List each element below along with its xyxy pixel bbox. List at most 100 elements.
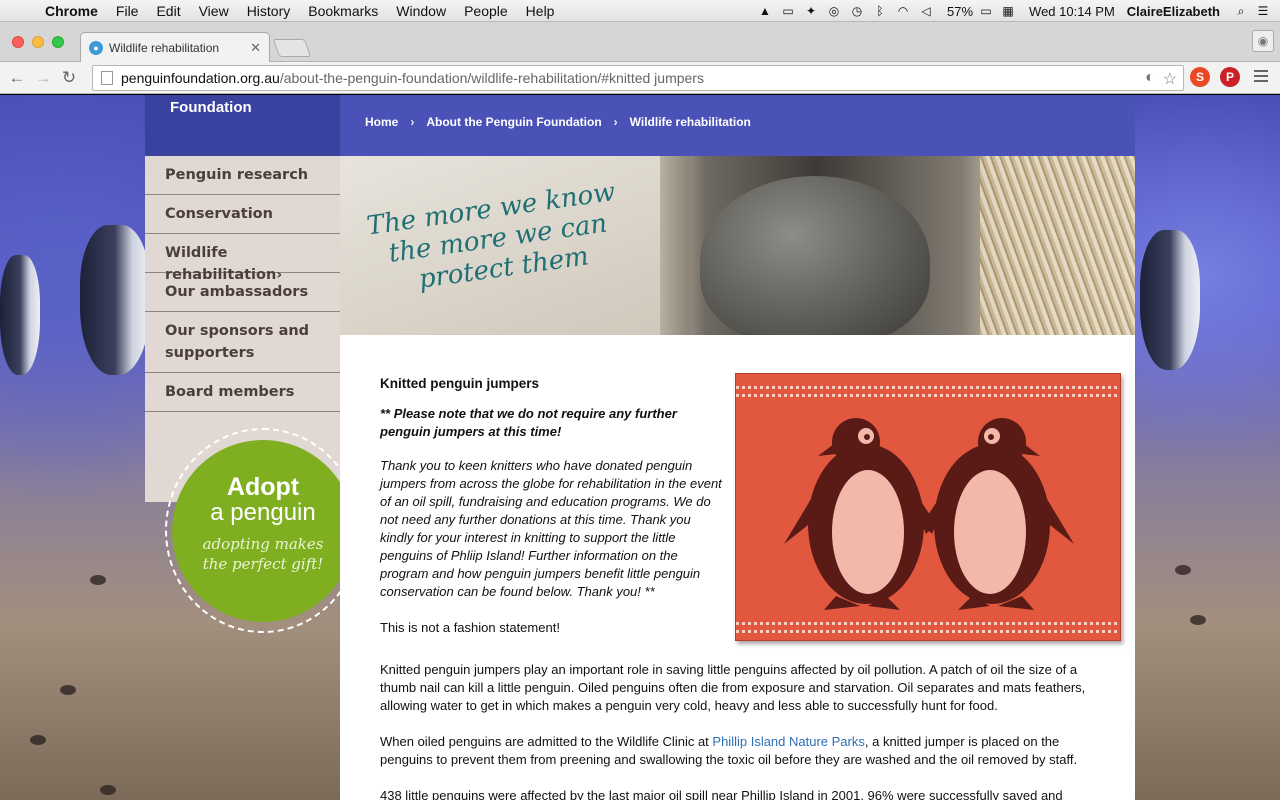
adopt-circle: Adopt a penguin adopting makes the perfe… [172,439,354,622]
window-controls [12,36,64,48]
paragraph-wildlife-clinic: When oiled penguins are admitted to the … [380,733,1100,769]
menu-file[interactable]: File [107,3,148,19]
menu-window[interactable]: Window [387,3,455,19]
new-tab-button[interactable] [272,39,312,57]
sidebar-item-sponsors[interactable]: Our sponsors and supporters [145,312,340,373]
knitted-penguins-graphic [784,418,1074,610]
menu-view[interactable]: View [190,3,238,19]
breadcrumb-about[interactable]: About the Penguin Foundation [426,115,601,129]
breadcrumb-current[interactable]: Wildlife rehabilitation [630,115,751,129]
tab-wildlife-rehabilitation[interactable]: ● Wildlife rehabilitation ✕ [80,32,270,63]
footprint [30,735,46,745]
menu-history[interactable]: History [238,3,300,19]
back-arrow-icon[interactable]: ← [4,68,30,88]
adobe-icon[interactable]: ▲ [758,4,772,18]
user-name[interactable]: ClaireElizabeth [1121,4,1226,19]
pinterest-icon[interactable]: P [1220,67,1240,87]
bookmark-star-icon[interactable]: ☆ [1163,69,1177,89]
footprint [1175,565,1191,575]
display-icon[interactable]: ▭ [781,4,795,18]
footprint [90,575,106,585]
hero-board-edge [660,156,690,335]
adopt-title: Adopt [226,472,300,501]
thanks-paragraph: Thank you to keen knitters who have dona… [380,458,722,599]
not-fashion-statement: This is not a fashion statement! [380,620,560,635]
menu-bookmarks[interactable]: Bookmarks [299,3,387,19]
main-content: Knitted penguin jumpers ** Please note t… [340,335,1135,800]
page-icon [101,71,113,85]
sidebar-item-penguin-research[interactable]: Penguin research [145,156,340,195]
tab-strip: ● Wildlife rehabilitation ✕ ◉ [0,22,1280,63]
wifi-icon[interactable]: ◠ [896,4,910,18]
profile-icon[interactable]: ◉ [1252,30,1274,52]
menu-bar: Chrome File Edit View History Bookmarks … [0,0,1280,22]
phillip-island-nature-parks-link[interactable]: Phillip Island Nature Parks [712,734,864,749]
jumper-notice: ** Please note that we do not require an… [380,406,677,439]
knit-penguin-right [922,418,1074,610]
tab-close-icon[interactable]: ✕ [250,40,261,56]
status-area: ▲ ▭ ✦ ◎ ◷ ᛒ ◠ ◁ 57% ▭ ▦ Wed 10:14 PM Cla… [758,0,1280,22]
sidebar-item-wildlife-rehabilitation[interactable]: Wildlife rehabilitation› [145,234,340,283]
hero-straw [980,156,1135,335]
time-machine-icon[interactable]: ◷ [850,4,864,18]
volume-icon[interactable]: ◁ [919,4,933,18]
menu-help[interactable]: Help [517,3,564,19]
article-heading: Knitted penguin jumpers [380,376,540,391]
site-logo[interactable]: Foundation [145,95,340,156]
close-window-button[interactable] [12,36,24,48]
adopt-a-penguin-badge[interactable]: Adopt a penguin adopting makes the perfe… [165,428,361,633]
site-container: Foundation Home › About the Penguin Foun… [145,95,1135,800]
dropbox-icon[interactable]: ✦ [804,4,818,18]
penguin-chick-image [700,176,930,335]
forward-arrow-icon[interactable]: → [30,68,56,88]
background-penguin-right [1140,230,1200,370]
keyboard-icon[interactable]: ▦ [1001,4,1015,18]
minimize-window-button[interactable] [32,36,44,48]
logo-text: Foundation [170,99,252,116]
stumbleupon-icon[interactable]: S [1190,67,1210,87]
breadcrumb-separator: › [410,115,415,129]
address-bar[interactable]: penguinfoundation.org.au/about-the-pengu… [92,65,1184,91]
spotlight-search-icon[interactable]: ⌕ [1234,4,1248,18]
intro-column: Knitted penguin jumpers ** Please note t… [380,375,725,637]
knitted-penguins-image [735,373,1121,641]
breadcrumb: Home › About the Penguin Foundation › Wi… [365,115,751,129]
breadcrumb-separator: › [613,115,618,129]
sidebar-item-conservation[interactable]: Conservation [145,195,340,234]
background-penguin-left [80,225,150,375]
knit-penguin-left [784,418,936,610]
lightbulb-icon[interactable]: ◐ [1145,69,1155,89]
reload-icon[interactable]: ↻ [56,68,82,88]
browser-toolbar: ← → ↻ penguinfoundation.org.au/about-the… [0,62,1280,94]
adopt-tagline-1: adopting makes [202,534,324,553]
menu-app-name[interactable]: Chrome [36,3,107,19]
penguin-favicon-icon: ● [89,41,103,55]
background-penguin-left-2 [0,255,40,375]
hero-banner: The more we know the more we can protect… [340,156,1135,335]
notification-center-icon[interactable]: ☰ [1256,4,1270,18]
battery-icon[interactable]: ▭ [979,4,993,18]
footprint [100,785,116,795]
chrome-menu-icon[interactable] [1254,70,1268,85]
page-viewport: Foundation Home › About the Penguin Foun… [0,95,1280,800]
menu-people[interactable]: People [455,3,517,19]
url-path: /about-the-penguin-foundation/wildlife-r… [279,70,704,86]
site-header: Foundation Home › About the Penguin Foun… [145,95,1135,156]
url-host: penguinfoundation.org.au [121,70,280,86]
footprint [60,685,76,695]
menu-edit[interactable]: Edit [147,3,189,19]
bluetooth-icon[interactable]: ᛒ [873,4,887,18]
clinic-text-before: When oiled penguins are admitted to the … [380,734,713,749]
breadcrumb-home[interactable]: Home [365,115,398,129]
zoom-window-button[interactable] [52,36,64,48]
clock[interactable]: Wed 10:14 PM [1023,4,1121,19]
paragraph-oil-spill-stats: 438 little penguins were affected by the… [380,788,1063,800]
adopt-tagline-2: the perfect gift! [202,554,324,573]
adopt-subtitle: a penguin [210,498,316,526]
sidebar-item-board-members[interactable]: Board members [145,373,340,412]
battery-percent[interactable]: 57% [941,4,979,19]
tab-title: Wildlife rehabilitation [109,41,220,55]
paragraph-oil-pollution: Knitted penguin jumpers play an importan… [380,662,1086,713]
footprint [1190,615,1206,625]
creative-cloud-icon[interactable]: ◎ [827,4,841,18]
